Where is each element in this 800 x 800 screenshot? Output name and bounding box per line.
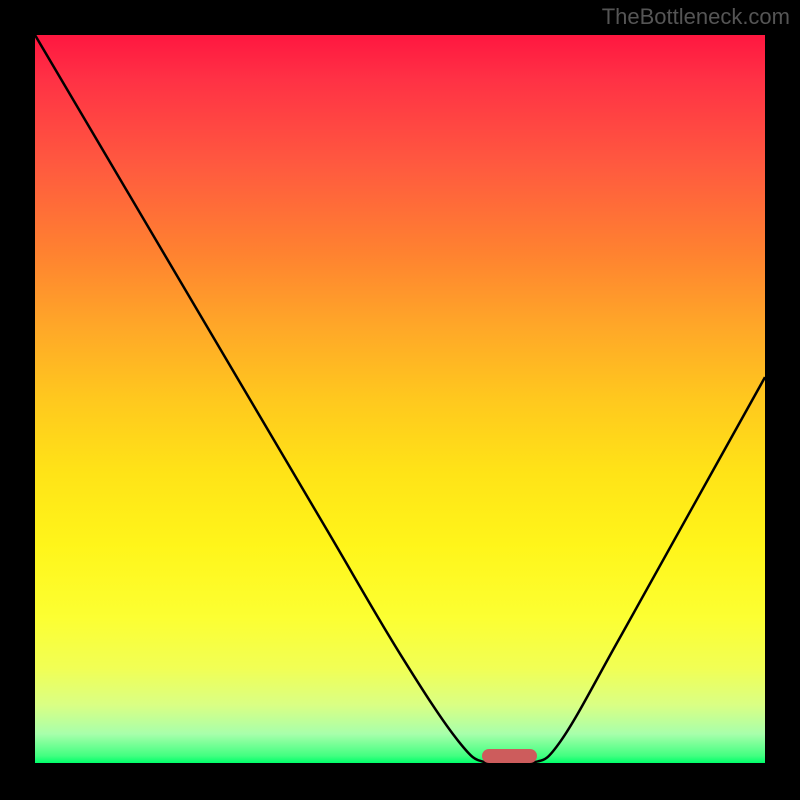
optimal-range-marker xyxy=(482,749,538,763)
bottleneck-curve xyxy=(35,35,765,763)
watermark-text: TheBottleneck.com xyxy=(602,4,790,30)
curve-path xyxy=(35,35,765,763)
chart-plot-area xyxy=(35,35,765,763)
